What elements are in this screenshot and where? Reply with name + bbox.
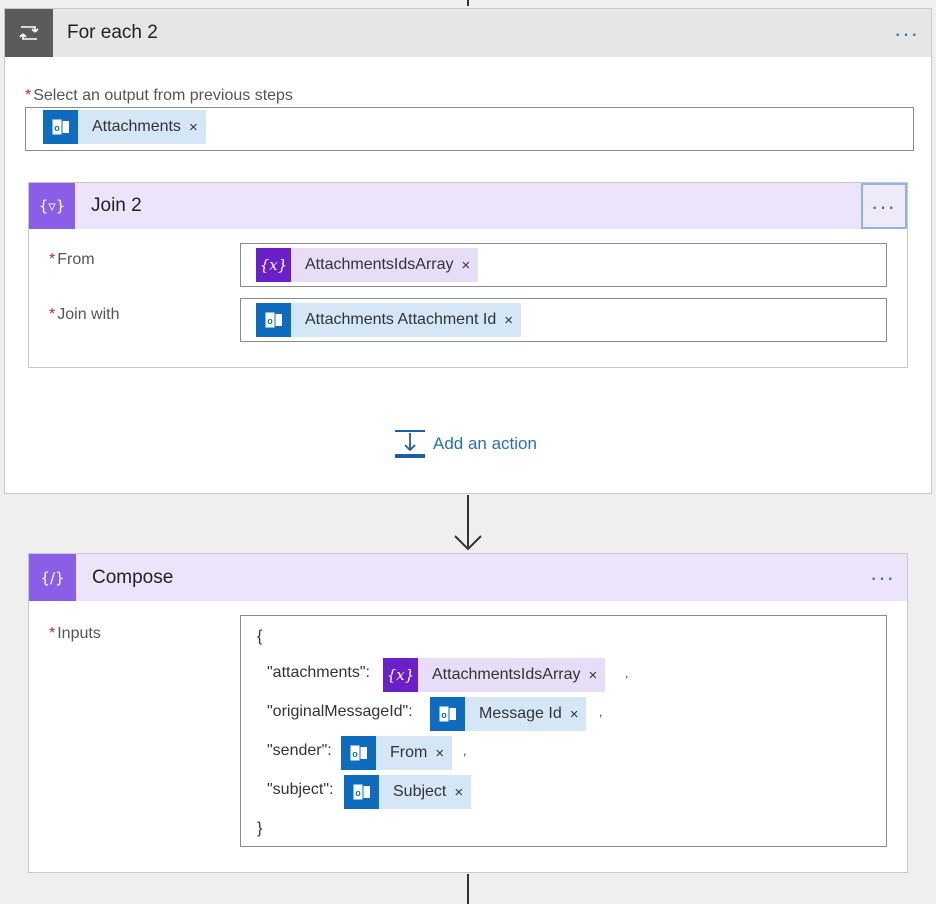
variable-icon: {x} bbox=[256, 248, 291, 282]
svg-text:o: o bbox=[54, 123, 60, 133]
subject-token: o Subject × bbox=[344, 775, 472, 809]
compose-header[interactable]: {∕} Compose bbox=[29, 554, 907, 601]
join-more-button[interactable]: ··· bbox=[861, 183, 907, 229]
add-action-button[interactable]: Add an action bbox=[395, 429, 537, 459]
attachment-id-token: o Attachments Attachment Id × bbox=[256, 303, 521, 337]
top-connector bbox=[467, 0, 469, 6]
sender-key: "sender": bbox=[267, 742, 332, 759]
bottom-connector bbox=[467, 874, 469, 904]
join-title: Join 2 bbox=[91, 195, 142, 216]
compose-action-icon: {∕} bbox=[29, 554, 76, 601]
select-output-field[interactable]: o Attachments × bbox=[25, 107, 914, 151]
foreach-card: For each 2 ··· * Select an output from pr… bbox=[4, 8, 932, 494]
attachments-token: o Attachments × bbox=[43, 110, 206, 144]
foreach-header[interactable]: For each 2 bbox=[5, 9, 931, 57]
outlook-icon: o bbox=[344, 775, 379, 809]
comma: , bbox=[599, 705, 603, 719]
add-action-icon bbox=[395, 429, 425, 459]
from-label: * From bbox=[49, 251, 95, 268]
remove-attachmentsidsarray-button[interactable]: × bbox=[589, 667, 606, 684]
compose-more-button[interactable]: ··· bbox=[870, 567, 895, 589]
loop-icon bbox=[5, 9, 53, 57]
foreach-title: For each 2 bbox=[67, 22, 158, 43]
inputs-label: * Inputs bbox=[49, 625, 101, 642]
comma: , bbox=[463, 744, 467, 758]
svg-text:o: o bbox=[441, 710, 447, 720]
originalmessageid-key: "originalMessageId": bbox=[267, 703, 413, 720]
connector-arrowhead bbox=[454, 535, 482, 551]
outlook-icon: o bbox=[430, 697, 465, 731]
attachmentsidsarray-token: {x} AttachmentsIdsArray × bbox=[383, 658, 606, 692]
outlook-icon: o bbox=[256, 303, 291, 337]
outlook-icon: o bbox=[341, 736, 376, 770]
remove-subject-button[interactable]: × bbox=[454, 784, 471, 801]
remove-from-button[interactable]: × bbox=[435, 745, 452, 762]
join-header[interactable]: {▿} Join 2 bbox=[29, 183, 907, 229]
add-action-label: Add an action bbox=[433, 434, 537, 453]
variable-icon: {x} bbox=[383, 658, 418, 692]
remove-from-token-button[interactable]: × bbox=[462, 257, 479, 274]
remove-joinwith-token-button[interactable]: × bbox=[504, 312, 521, 329]
join-action-icon: {▿} bbox=[29, 183, 75, 229]
svg-text:o: o bbox=[267, 316, 273, 326]
svg-text:o: o bbox=[355, 788, 361, 798]
close-brace: } bbox=[257, 820, 263, 837]
compose-card: {∕} Compose ··· * Inputs { "attachments":… bbox=[28, 553, 908, 873]
select-output-label: * Select an output from previous steps bbox=[25, 87, 293, 104]
remove-attachments-button[interactable]: × bbox=[189, 119, 206, 136]
remove-message-id-button[interactable]: × bbox=[570, 706, 587, 723]
attachmentsidsarray-token: {x} AttachmentsIdsArray × bbox=[256, 248, 479, 282]
open-brace: { bbox=[257, 628, 263, 645]
joinwith-label: * Join with bbox=[49, 306, 120, 323]
compose-title: Compose bbox=[92, 566, 174, 588]
outlook-icon: o bbox=[43, 110, 78, 144]
subject-key: "subject": bbox=[267, 781, 334, 798]
joinwith-field[interactable]: o Attachments Attachment Id × bbox=[240, 298, 887, 342]
comma: , bbox=[625, 666, 629, 680]
join-card: {▿} Join 2 ··· * From {x} AttachmentsIdsA… bbox=[28, 182, 908, 368]
from-field[interactable]: {x} AttachmentsIdsArray × bbox=[240, 243, 887, 287]
svg-text:o: o bbox=[352, 749, 358, 759]
from-token: o From × bbox=[341, 736, 453, 770]
message-id-token: o Message Id × bbox=[430, 697, 587, 731]
attachments-key: "attachments": bbox=[267, 664, 370, 681]
foreach-more-button[interactable]: ··· bbox=[894, 23, 919, 45]
inputs-field[interactable]: { "attachments": {x} AttachmentsIdsArray… bbox=[240, 615, 887, 847]
